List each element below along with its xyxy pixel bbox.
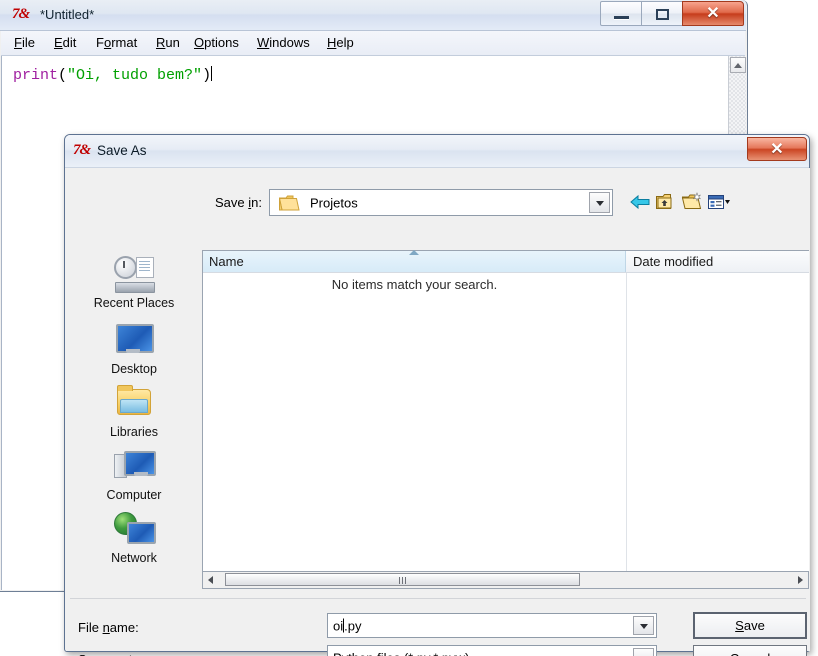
place-label: Network: [111, 551, 157, 565]
save-as-type-combobox[interactable]: Python files (*.py,*.pyw): [327, 645, 657, 656]
menu-windows[interactable]: Windows: [254, 35, 313, 50]
file-list-empty-message: No items match your search.: [331, 277, 498, 292]
save-in-value: Projetos: [310, 195, 358, 210]
place-label: Libraries: [110, 425, 158, 439]
code-line-1: print("Oi, tudo bem?"): [13, 66, 213, 84]
folder-icon: [278, 194, 300, 211]
close-icon: ✕: [770, 141, 784, 158]
place-label: Recent Places: [93, 296, 175, 310]
scroll-right-icon[interactable]: [792, 572, 808, 587]
recent-places-icon: [113, 256, 155, 294]
places-bar: Recent Places Desktop Libraries Computer…: [70, 250, 198, 589]
python-idle-icon: 7&: [12, 6, 30, 22]
chevron-down-icon[interactable]: [633, 648, 654, 656]
desktop-icon: [113, 322, 155, 360]
menu-run[interactable]: Run: [153, 35, 183, 50]
text-caret: [211, 66, 213, 81]
new-folder-icon[interactable]: [680, 190, 704, 214]
divider: [70, 598, 806, 599]
maximize-button[interactable]: [641, 1, 683, 26]
save-in-combobox[interactable]: Projetos: [269, 189, 613, 216]
place-label: Computer: [106, 488, 162, 502]
computer-icon: [113, 448, 156, 486]
column-header-label: Date modified: [633, 254, 714, 269]
file-name-label: File name:: [78, 620, 139, 635]
close-icon: ✕: [706, 5, 720, 22]
cancel-button[interactable]: Cancel: [693, 645, 807, 656]
file-list[interactable]: Name Date modified No items match your s…: [202, 250, 809, 572]
code-token-string: "Oi, tudo bem?": [67, 67, 203, 84]
place-recent-places[interactable]: Recent Places: [70, 256, 198, 310]
views-icon[interactable]: [706, 190, 730, 214]
back-icon[interactable]: [628, 190, 652, 214]
network-icon: [113, 511, 156, 549]
file-name-input[interactable]: oi.py: [327, 613, 657, 638]
place-computer[interactable]: Computer: [70, 448, 198, 502]
save-as-type-label: Save as type:: [78, 652, 157, 656]
sort-ascending-icon: [409, 250, 419, 255]
up-folder-icon[interactable]: [654, 190, 678, 214]
scrollbar-grip-icon: [398, 577, 407, 584]
minimize-button[interactable]: [600, 1, 642, 26]
save-as-type-value: Python files (*.py,*.pyw): [333, 650, 469, 656]
save-in-label: Save in:: [215, 195, 262, 210]
minimize-icon: [614, 16, 629, 20]
code-token-open-paren: (: [58, 67, 68, 84]
column-header-date-modified[interactable]: Date modified: [627, 251, 810, 272]
file-list-header: Name Date modified: [203, 250, 810, 273]
dialog-title: Save As: [97, 143, 147, 158]
menu-format[interactable]: Format: [93, 35, 140, 50]
libraries-icon: [113, 385, 155, 423]
file-name-value-after-caret: .py: [344, 618, 362, 633]
place-label: Desktop: [111, 362, 157, 376]
code-token-close-paren: ): [202, 67, 212, 84]
column-header-label: Name: [209, 254, 244, 269]
screen: 7& *Untitled* ✕ File Edit Format Run Opt…: [0, 0, 818, 656]
menu-edit[interactable]: Edit: [51, 35, 79, 50]
close-button[interactable]: ✕: [682, 1, 744, 26]
chevron-down-icon[interactable]: [589, 192, 610, 213]
column-divider: [626, 273, 627, 571]
idle-menubar: File Edit Format Run Options Windows Hel…: [1, 31, 745, 56]
menu-help[interactable]: Help: [324, 35, 357, 50]
file-name-value: oi.py: [333, 618, 361, 633]
idle-window-title: *Untitled*: [40, 7, 95, 22]
menu-file[interactable]: File: [11, 35, 38, 50]
python-idle-icon: 7&: [73, 142, 91, 158]
place-network[interactable]: Network: [70, 511, 198, 565]
idle-window-controls: ✕: [600, 1, 744, 26]
scroll-left-icon[interactable]: [203, 572, 219, 587]
scrollbar-thumb[interactable]: [225, 573, 580, 586]
dialog-body: Save in: Projetos Recent Places Desktop …: [66, 168, 810, 656]
place-desktop[interactable]: Desktop: [70, 322, 198, 376]
dialog-titlebar[interactable]: 7& Save As ✕: [65, 135, 809, 168]
file-name-value-before-caret: oi: [333, 618, 344, 633]
save-as-dialog: 7& Save As ✕ Save in: Projetos Recent Pl…: [64, 134, 810, 656]
dialog-close-button[interactable]: ✕: [747, 137, 807, 161]
column-header-name[interactable]: Name: [203, 250, 626, 272]
maximize-icon: [656, 9, 669, 20]
file-list-horizontal-scrollbar[interactable]: [202, 572, 809, 589]
chevron-down-icon[interactable]: [633, 616, 654, 635]
menu-options[interactable]: Options: [191, 35, 242, 50]
save-button[interactable]: Save: [693, 612, 807, 639]
place-libraries[interactable]: Libraries: [70, 385, 198, 439]
scroll-up-icon[interactable]: [730, 57, 746, 73]
code-token-call: print: [13, 67, 59, 84]
idle-titlebar[interactable]: 7& *Untitled* ✕: [0, 0, 746, 31]
